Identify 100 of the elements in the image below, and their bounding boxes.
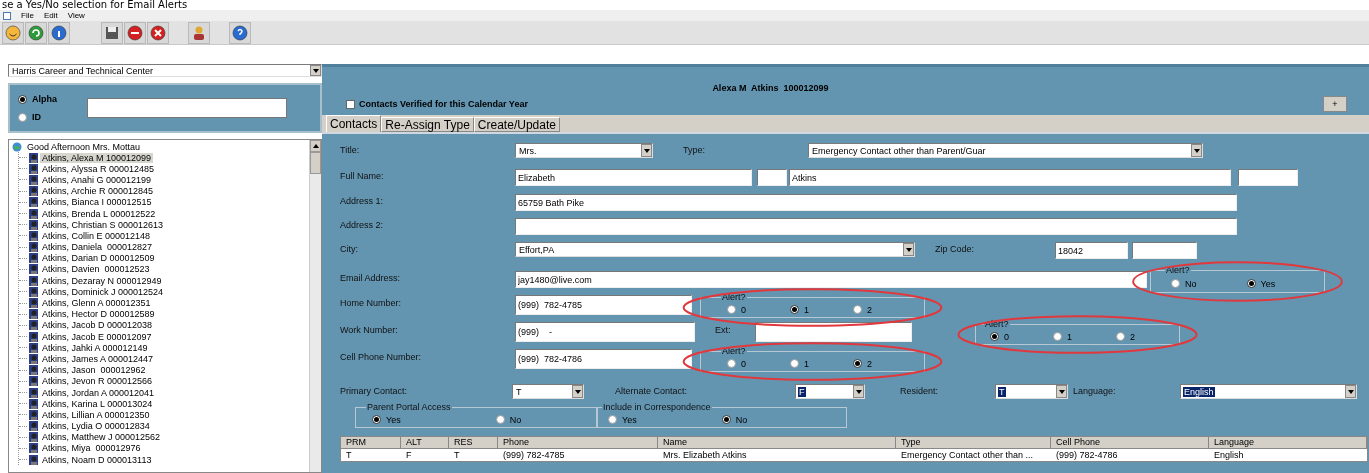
radio-option[interactable]: 1 <box>790 358 810 369</box>
toolbar-button[interactable] <box>101 21 123 44</box>
tree-item[interactable]: Atkins, Brenda L 000012522 <box>40 208 158 219</box>
radio-button[interactable] <box>1053 332 1062 341</box>
scroll-up-icon[interactable] <box>310 140 321 152</box>
radio-option[interactable]: Yes <box>372 414 401 425</box>
tree-item[interactable]: Atkins, Bianca I 000012515 <box>40 197 154 208</box>
text-field[interactable] <box>1132 242 1197 259</box>
tree-item[interactable]: Atkins, Davien 000012523 <box>40 264 152 275</box>
tree-item[interactable]: Atkins, Lydia O 000012834 <box>40 421 152 432</box>
tree-item[interactable]: Atkins, Christian S 000012613 <box>40 219 166 230</box>
radio-button[interactable] <box>1246 279 1256 288</box>
text-field[interactable]: (999) 782-4785 <box>515 295 692 315</box>
tree-item[interactable]: Atkins, Dezaray N 000012949 <box>40 275 164 286</box>
text-field[interactable] <box>757 169 787 186</box>
menu-item[interactable]: File <box>21 11 34 20</box>
tree-item[interactable]: Atkins, Glenn A 000012351 <box>40 298 153 309</box>
toolbar-button[interactable] <box>124 21 146 44</box>
radio-button[interactable] <box>990 332 999 341</box>
toolbar-button[interactable] <box>2 21 24 44</box>
radio-button[interactable] <box>608 415 617 424</box>
radio-button[interactable] <box>727 359 736 368</box>
radio-button[interactable] <box>18 112 27 122</box>
checkbox[interactable] <box>346 99 355 109</box>
text-field[interactable]: (999) 782-4786 <box>515 349 692 369</box>
radio-button[interactable] <box>853 359 863 368</box>
tree-item[interactable]: Atkins, Jordan A 000012041 <box>40 387 157 398</box>
tree-item[interactable]: Atkins, Alyssa R 000012485 <box>40 163 157 174</box>
text-field[interactable] <box>1238 169 1298 186</box>
dropdown[interactable]: F <box>795 384 865 399</box>
dropdown[interactable]: English <box>1180 384 1357 399</box>
toolbar-button[interactable] <box>188 21 210 44</box>
tree-item[interactable]: Atkins, Miya 000012976 <box>40 443 143 454</box>
radio-option[interactable]: 2 <box>853 358 873 369</box>
toolbar-button[interactable] <box>48 21 70 44</box>
radio-button[interactable] <box>372 415 381 424</box>
tab[interactable]: Re-Assign Type <box>381 117 474 132</box>
dropdown[interactable]: Emergency Contact other than Parent/Guar <box>808 143 1203 158</box>
radio-button[interactable] <box>1171 279 1180 288</box>
tree-item[interactable]: Atkins, James A 000012447 <box>40 353 156 364</box>
radio-option[interactable]: 1 <box>1053 331 1073 342</box>
tree-item[interactable]: Atkins, Hector D 000012589 <box>40 309 157 320</box>
radio-button[interactable] <box>495 415 505 424</box>
tab[interactable]: Contacts <box>326 115 382 132</box>
dropdown[interactable]: Mrs. <box>515 143 653 158</box>
text-field[interactable]: Elizabeth <box>515 169 752 186</box>
text-field[interactable]: 18042 <box>1055 242 1128 259</box>
radio-button[interactable] <box>721 415 731 424</box>
dropdown[interactable]: Harris Career and Technical Center <box>8 64 322 77</box>
tree-item[interactable]: Atkins, Anahi G 000012199 <box>40 174 154 185</box>
menu-item[interactable]: Edit <box>43 11 58 20</box>
tree-item[interactable]: Atkins, Jacob E 000012097 <box>40 331 154 342</box>
toolbar-button[interactable] <box>25 21 47 44</box>
text-field[interactable] <box>515 218 1237 235</box>
radio-option[interactable]: Yes <box>608 414 637 425</box>
radio-option[interactable]: No <box>1171 278 1197 289</box>
menu-item[interactable]: View <box>67 11 85 20</box>
tree-item[interactable]: Atkins, Daniela 000012827 <box>40 242 155 253</box>
tree-item[interactable]: Atkins, Noam D 000013113 <box>40 454 154 465</box>
tree-item[interactable]: Atkins, Darian D 000012509 <box>40 253 157 264</box>
tree-item[interactable]: Atkins, Jason 000012962 <box>40 365 148 376</box>
radio-option[interactable]: 0 <box>990 331 1009 342</box>
radio-option[interactable]: No <box>495 414 522 425</box>
radio-option[interactable]: 1 <box>790 304 810 315</box>
text-field[interactable]: jay1480@live.com <box>515 271 1147 288</box>
radio-option[interactable]: Alpha <box>18 94 57 104</box>
radio-option[interactable]: 0 <box>727 358 746 369</box>
radio-button[interactable] <box>18 94 27 104</box>
toolbar-button[interactable] <box>147 21 169 44</box>
tree-item[interactable]: Atkins, Lillian A 000012350 <box>40 409 152 420</box>
text-field[interactable]: Atkins <box>789 169 1231 186</box>
toolbar-button[interactable] <box>229 21 251 44</box>
radio-button[interactable] <box>790 305 799 314</box>
radio-button[interactable] <box>727 305 736 314</box>
tree-item[interactable]: Atkins, Archie R 000012845 <box>40 186 156 197</box>
dropdown[interactable]: Effort,PA <box>515 242 915 257</box>
tree-item[interactable]: Atkins, Jahki A 000012149 <box>40 342 150 353</box>
tree-item[interactable]: Atkins, Jevon R 000012566 <box>40 376 155 387</box>
radio-option[interactable]: 2 <box>853 304 873 315</box>
text-field[interactable]: 65759 Bath Pike <box>515 194 1237 211</box>
search-field[interactable] <box>87 98 287 118</box>
tree-item[interactable]: Atkins, Dominick J 000012524 <box>40 286 166 297</box>
tree-item[interactable]: Atkins, Alexa M 100012099 <box>40 152 154 163</box>
radio-option[interactable]: Yes <box>1246 278 1276 289</box>
dropdown[interactable]: T <box>995 384 1068 399</box>
text-field[interactable]: (999) - <box>515 322 695 342</box>
radio-option[interactable]: ID <box>18 112 57 122</box>
radio-button[interactable] <box>1116 332 1126 341</box>
add-button[interactable]: + <box>1323 96 1347 112</box>
tree-item[interactable]: Atkins, Matthew J 000012562 <box>40 432 163 443</box>
tree-item[interactable]: Atkins, Collin E 000012148 <box>40 230 153 241</box>
dropdown[interactable]: T <box>512 384 584 399</box>
text-field[interactable] <box>755 322 912 342</box>
radio-option[interactable]: 2 <box>1116 331 1136 342</box>
radio-option[interactable]: 0 <box>727 304 746 315</box>
radio-button[interactable] <box>790 359 799 368</box>
tab[interactable]: Create/Update <box>473 117 560 132</box>
tree-item[interactable]: Atkins, Jacob D 000012038 <box>40 320 155 331</box>
radio-button[interactable] <box>853 305 863 314</box>
scroll-thumb[interactable] <box>310 152 321 174</box>
